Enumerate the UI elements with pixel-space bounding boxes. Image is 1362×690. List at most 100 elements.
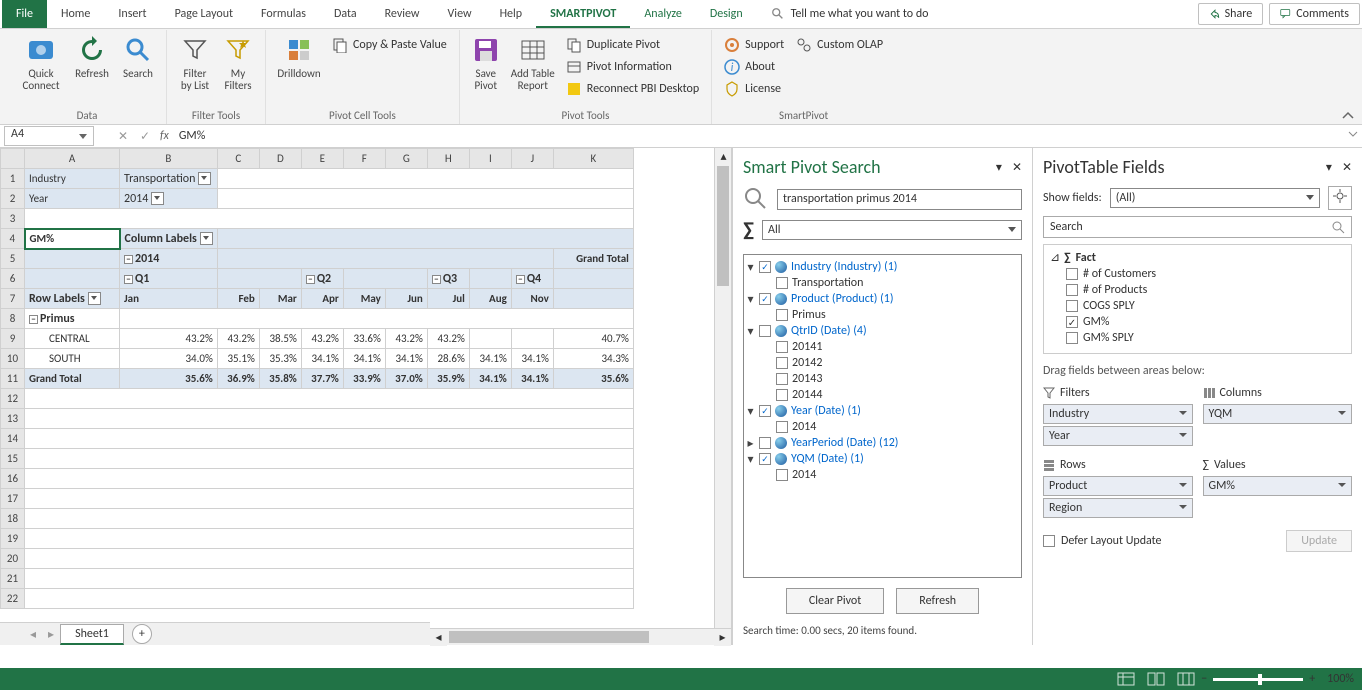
field-item[interactable]: COGS SPLY <box>1046 298 1349 314</box>
collapse-icon[interactable]: − <box>516 275 525 284</box>
add-sheet-button[interactable]: + <box>132 624 152 644</box>
row-header[interactable]: 20 <box>1 549 25 569</box>
filters-area[interactable]: Filters IndustryYear <box>1043 386 1193 448</box>
field-item[interactable]: # of Products <box>1046 282 1349 298</box>
tree-node[interactable]: 2014 <box>746 467 1019 483</box>
zoom-in-icon[interactable]: + <box>1309 672 1315 686</box>
row-header[interactable]: 16 <box>1 469 25 489</box>
zoom-slider[interactable] <box>1213 678 1303 681</box>
refresh-pivot-button[interactable]: Refresh <box>896 588 979 614</box>
row-header[interactable]: 21 <box>1 569 25 589</box>
row-header[interactable]: 15 <box>1 449 25 469</box>
col-header[interactable]: A <box>25 149 120 169</box>
row-header[interactable]: 9 <box>1 329 25 349</box>
zoom-value[interactable]: 100% <box>1327 672 1354 686</box>
area-field[interactable]: Region <box>1043 498 1193 518</box>
row-header[interactable]: 2 <box>1 189 25 209</box>
fx-icon[interactable]: fx <box>160 129 169 143</box>
tab-home[interactable]: Home <box>47 0 104 28</box>
clear-pivot-button[interactable]: Clear Pivot <box>786 588 884 614</box>
tree-node[interactable]: ▾✓Industry (Industry) (1) <box>746 259 1019 275</box>
copy-paste-value-button[interactable]: Copy & Paste Value <box>326 34 453 56</box>
gear-icon[interactable] <box>1328 186 1352 210</box>
tab-data[interactable]: Data <box>320 0 371 28</box>
quick-connect-button[interactable]: Quick Connect <box>14 32 68 92</box>
col-header[interactable]: G <box>385 149 427 169</box>
checkbox[interactable] <box>776 373 788 385</box>
scroll-right-icon[interactable]: ▸ <box>714 629 731 646</box>
area-field[interactable]: Product <box>1043 476 1193 496</box>
defer-checkbox[interactable] <box>1043 535 1055 547</box>
pane-close-icon[interactable]: ✕ <box>1012 160 1022 175</box>
row-header[interactable]: 17 <box>1 489 25 509</box>
checkbox[interactable] <box>776 309 788 321</box>
tab-review[interactable]: Review <box>371 0 434 28</box>
collapse-icon[interactable]: − <box>306 275 315 284</box>
scroll-thumb[interactable] <box>449 631 649 643</box>
collapse-icon[interactable]: − <box>124 275 133 284</box>
tree-node[interactable]: Transportation <box>746 275 1019 291</box>
col-header[interactable]: I <box>469 149 511 169</box>
page-break-view-icon[interactable] <box>1171 672 1201 686</box>
col-header[interactable]: D <box>259 149 301 169</box>
horizontal-scrollbar[interactable]: ◂▸ <box>430 628 731 645</box>
measure-select[interactable]: All <box>762 220 1022 240</box>
row-header[interactable]: 12 <box>1 389 25 409</box>
checkbox[interactable] <box>1066 316 1078 328</box>
tree-node[interactable]: 20144 <box>746 387 1019 403</box>
collapse-icon[interactable]: − <box>124 255 133 264</box>
scroll-left-icon[interactable]: ◂ <box>430 629 447 646</box>
tree-node[interactable]: ▸YearPeriod (Date) (12) <box>746 435 1019 451</box>
row-header[interactable]: 13 <box>1 409 25 429</box>
col-header[interactable]: K <box>553 149 633 169</box>
tree-node[interactable]: 20141 <box>746 339 1019 355</box>
pane-menu-icon[interactable]: ▾ <box>996 160 1002 175</box>
update-button[interactable]: Update <box>1286 530 1352 552</box>
checkbox[interactable] <box>776 421 788 433</box>
filter-dropdown-icon[interactable] <box>88 292 101 305</box>
collapse-icon[interactable]: ▾ <box>746 407 755 416</box>
col-header[interactable]: J <box>511 149 553 169</box>
scroll-up-icon[interactable]: ▴ <box>715 148 731 165</box>
row-header[interactable]: 4 <box>1 229 25 249</box>
name-box[interactable]: A4 <box>4 126 94 146</box>
area-field[interactable]: Year <box>1043 426 1193 446</box>
checkbox[interactable] <box>776 277 788 289</box>
duplicate-pivot-button[interactable]: Duplicate Pivot <box>560 34 705 56</box>
checkbox[interactable] <box>1066 284 1078 296</box>
tree-node[interactable]: ▾QtrID (Date) (4) <box>746 323 1019 339</box>
refresh-button[interactable]: Refresh <box>68 32 116 80</box>
checkbox[interactable]: ✓ <box>759 405 771 417</box>
expand-icon[interactable]: ⊿ <box>1050 250 1059 265</box>
about-button[interactable]: iAbout <box>718 56 790 78</box>
reconnect-pbi-button[interactable]: Reconnect PBI Desktop <box>560 78 705 100</box>
checkbox[interactable]: ✓ <box>759 453 771 465</box>
sheet-nav-prev-icon[interactable]: ◂ <box>24 627 42 642</box>
area-field[interactable]: YQM <box>1203 404 1353 424</box>
expand-icon[interactable]: ▸ <box>746 439 755 448</box>
rows-area[interactable]: Rows ProductRegion <box>1043 458 1193 520</box>
tree-node[interactable]: 20142 <box>746 355 1019 371</box>
checkbox[interactable] <box>1066 300 1078 312</box>
fields-search[interactable]: Search <box>1043 216 1352 238</box>
checkbox[interactable] <box>776 389 788 401</box>
tab-view[interactable]: View <box>434 0 486 28</box>
pane-menu-icon[interactable]: ▾ <box>1326 160 1332 175</box>
cell-grid[interactable]: A B C D E F G H I J K 1IndustryTransport… <box>0 148 634 609</box>
row-header[interactable]: 18 <box>1 509 25 529</box>
collapse-icon[interactable]: ▾ <box>746 295 755 304</box>
drilldown-button[interactable]: Drilldown <box>272 32 326 80</box>
add-table-report-button[interactable]: Add Table Report <box>506 32 560 92</box>
row-header[interactable]: 22 <box>1 589 25 609</box>
tree-node[interactable]: 2014 <box>746 419 1019 435</box>
pane-close-icon[interactable]: ✕ <box>1342 160 1352 175</box>
row-header[interactable]: 5 <box>1 249 25 269</box>
tree-node[interactable]: ▾✓Product (Product) (1) <box>746 291 1019 307</box>
custom-olap-button[interactable]: Custom OLAP <box>790 34 889 56</box>
expand-formula-icon[interactable] <box>1344 129 1362 143</box>
checkbox[interactable] <box>1066 268 1078 280</box>
tab-insert[interactable]: Insert <box>104 0 160 28</box>
filter-dropdown-icon[interactable] <box>151 192 164 205</box>
field-item[interactable]: GM% <box>1046 314 1349 330</box>
tab-page-layout[interactable]: Page Layout <box>161 0 247 28</box>
